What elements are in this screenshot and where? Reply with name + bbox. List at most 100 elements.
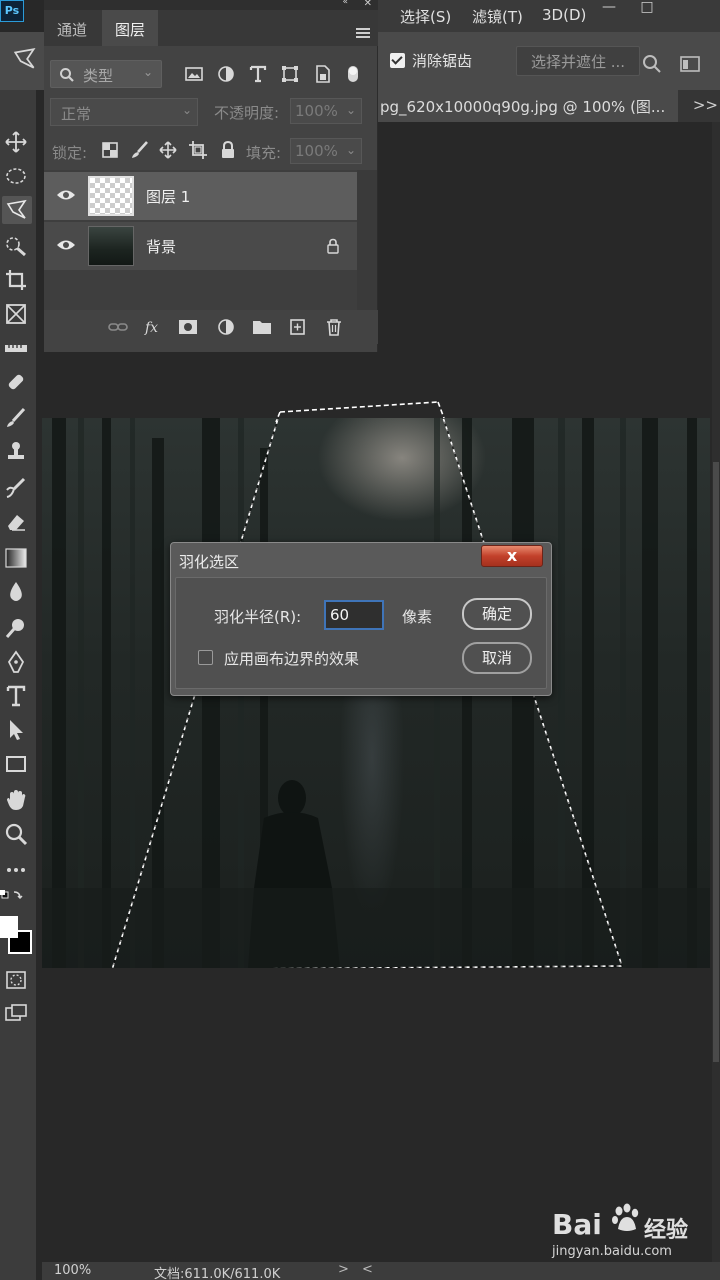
- lock-icon: [327, 238, 339, 254]
- dialog-title: 羽化选区: [179, 553, 240, 571]
- layer-name[interactable]: 背景: [146, 236, 176, 257]
- anti-alias-option[interactable]: 消除锯齿: [390, 50, 472, 71]
- healing-brush-icon[interactable]: [4, 370, 28, 394]
- unit-label: 像素: [402, 608, 433, 626]
- scroll-left-arrow[interactable]: <: [362, 1262, 373, 1277]
- status-menu-arrow[interactable]: >: [338, 1262, 349, 1277]
- tools-panel: [0, 90, 36, 1280]
- filter-shape-icon[interactable]: [280, 64, 300, 84]
- paw-icon: [612, 1203, 639, 1231]
- feather-radius-input[interactable]: [324, 600, 384, 630]
- document-tab[interactable]: pg_620x10000q90g.jpg @ 100% (图...: [378, 90, 678, 122]
- pen-tool-icon[interactable]: [4, 650, 28, 674]
- tab-layers[interactable]: 图层: [102, 10, 158, 46]
- lock-all-icon[interactable]: [218, 140, 238, 160]
- lock-artboard-icon[interactable]: [188, 140, 208, 160]
- cancel-button[interactable]: 取消: [462, 642, 532, 674]
- zoom-level[interactable]: 100%: [54, 1263, 91, 1278]
- zoom-tool-icon[interactable]: [4, 822, 28, 846]
- filter-type-label: 类型: [83, 67, 114, 85]
- maximize-button[interactable]: □: [632, 0, 662, 16]
- layer-name[interactable]: 图层 1: [146, 186, 190, 207]
- filter-toggle-icon[interactable]: [346, 64, 360, 84]
- quick-selection-icon[interactable]: [4, 234, 28, 258]
- link-layers-icon[interactable]: [108, 318, 128, 336]
- panel-collapse-icon[interactable]: «: [342, 0, 348, 7]
- fill-input[interactable]: 100% ⌄: [290, 138, 362, 164]
- trash-icon[interactable]: [324, 318, 344, 336]
- move-tool-icon[interactable]: [4, 130, 28, 154]
- folder-icon[interactable]: [252, 318, 272, 336]
- layers-scrollbar[interactable]: [357, 170, 377, 310]
- foreground-color-swatch[interactable]: [0, 916, 18, 938]
- search-icon[interactable]: [642, 54, 662, 74]
- eraser-tool-icon[interactable]: [4, 510, 28, 534]
- layer-row-layer1[interactable]: 图层 1: [44, 172, 358, 220]
- opacity-value: 100%: [295, 102, 338, 120]
- ok-button[interactable]: 确定: [462, 598, 532, 630]
- lock-transparency-icon[interactable]: [100, 140, 120, 160]
- tab-channels[interactable]: 通道: [44, 10, 100, 46]
- ruler-tool-icon[interactable]: [4, 336, 28, 360]
- dodge-tool-icon[interactable]: [4, 616, 28, 640]
- quick-mask-icon[interactable]: [4, 968, 28, 992]
- frame-tool-icon[interactable]: [4, 302, 28, 326]
- rectangle-tool-icon[interactable]: [4, 752, 28, 776]
- panel-close-icon[interactable]: ✕: [364, 0, 372, 9]
- filter-smart-object-icon[interactable]: [312, 64, 332, 84]
- minimize-button[interactable]: —: [594, 0, 624, 16]
- canvas-bounds-checkbox[interactable]: [198, 650, 213, 665]
- screen-mode-icon[interactable]: [4, 1002, 28, 1026]
- filter-adjustment-icon[interactable]: [216, 64, 236, 84]
- opacity-label: 不透明度:: [214, 104, 280, 122]
- blend-mode-select[interactable]: 正常 ⌄: [50, 98, 198, 126]
- panel-menu-icon[interactable]: [356, 28, 370, 38]
- dialog-close-button[interactable]: x: [481, 545, 543, 567]
- lock-position-icon[interactable]: [158, 140, 178, 160]
- eye-icon[interactable]: [56, 238, 76, 252]
- fx-icon[interactable]: fx: [144, 318, 164, 336]
- menu-3d[interactable]: 3D(D): [542, 6, 586, 24]
- photoshop-window: 选择(S) 滤镜(T) 3D(D) — □ 消除锯齿 选择并遮住 ... pg_…: [0, 0, 720, 1280]
- type-tool-icon[interactable]: [4, 684, 28, 708]
- lock-row: 锁定: 填充: 100% ⌄: [44, 134, 378, 166]
- layer-row-background[interactable]: 背景: [44, 222, 358, 270]
- fill-value: 100%: [295, 142, 338, 160]
- crop-tool-icon[interactable]: [4, 268, 28, 292]
- photoshop-logo: Ps: [0, 0, 24, 22]
- svg-text:fx: fx: [144, 320, 158, 336]
- swap-colors-icon[interactable]: [0, 888, 24, 912]
- marquee-tool-icon[interactable]: [4, 164, 28, 188]
- layer-filter-select[interactable]: 类型 ⌄: [50, 60, 162, 88]
- menu-select[interactable]: 选择(S): [400, 6, 451, 27]
- blur-tool-icon[interactable]: [4, 580, 28, 604]
- menu-filter[interactable]: 滤镜(T): [472, 6, 523, 27]
- select-and-mask-button[interactable]: 选择并遮住 ...: [516, 46, 640, 76]
- filter-pixel-icon[interactable]: [184, 64, 204, 84]
- more-tools-icon[interactable]: [4, 858, 28, 882]
- layer-thumbnail-background: [88, 226, 134, 266]
- workspace-icon[interactable]: [680, 54, 700, 74]
- lock-pixels-icon[interactable]: [130, 140, 150, 160]
- eye-icon[interactable]: [56, 188, 76, 202]
- adjustment-layer-icon[interactable]: [216, 318, 236, 336]
- history-brush-icon[interactable]: [4, 476, 28, 500]
- gradient-tool-icon[interactable]: [4, 546, 28, 570]
- hand-tool-icon[interactable]: [4, 788, 28, 812]
- filter-type-icon[interactable]: [248, 64, 268, 84]
- new-layer-icon[interactable]: [288, 318, 308, 336]
- tab-overflow-button[interactable]: >>: [693, 96, 718, 114]
- add-mask-icon[interactable]: [178, 318, 198, 336]
- scrollbar-thumb[interactable]: [713, 462, 719, 1062]
- panel-tabs: 通道 图层: [44, 10, 378, 46]
- baidu-watermark: Bai 经验 jingyan.baidu.com: [552, 1198, 720, 1268]
- polygonal-lasso-icon: [6, 199, 27, 219]
- lasso-tool-selected[interactable]: [2, 196, 32, 224]
- anti-alias-checkbox[interactable]: [390, 53, 405, 68]
- vertical-scrollbar[interactable]: [712, 122, 720, 1262]
- canvas-bounds-label[interactable]: 应用画布边界的效果: [224, 648, 359, 669]
- clone-stamp-icon[interactable]: [4, 440, 28, 464]
- brush-tool-icon[interactable]: [4, 406, 28, 430]
- path-selection-icon[interactable]: [4, 718, 28, 742]
- opacity-input[interactable]: 100% ⌄: [290, 98, 362, 124]
